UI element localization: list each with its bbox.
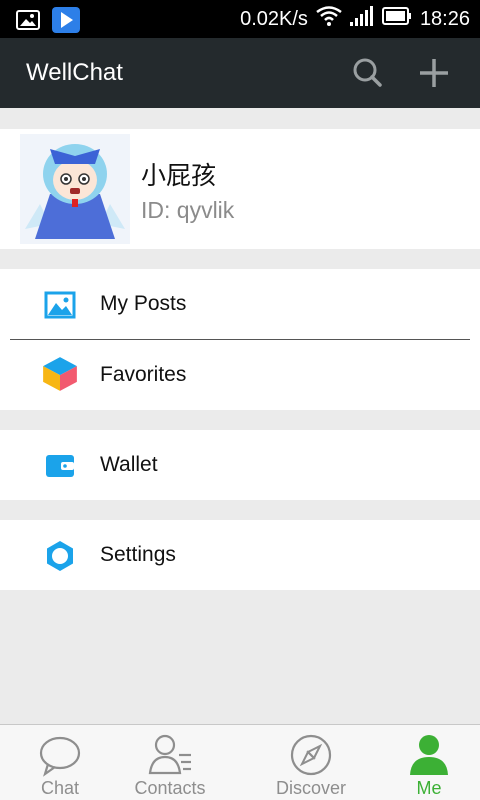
avatar-image bbox=[20, 134, 130, 244]
menu-item-favorites[interactable]: Favorites bbox=[0, 340, 480, 410]
app-bar: WellChat bbox=[0, 38, 480, 108]
menu-label-wallet: Wallet bbox=[100, 453, 158, 476]
menu-label-my-posts: My Posts bbox=[100, 292, 187, 315]
wallet-group: Wallet bbox=[0, 430, 480, 500]
tab-discover-label: Discover bbox=[275, 778, 346, 798]
search-icon bbox=[353, 58, 382, 87]
wifi-icon bbox=[316, 6, 342, 32]
play-store-icon bbox=[52, 7, 80, 38]
tab-chat-label: Chat bbox=[40, 778, 80, 798]
menu-label-favorites: Favorites bbox=[100, 363, 187, 386]
tab-me-label: Me bbox=[416, 778, 442, 798]
cube-icon bbox=[43, 357, 77, 391]
status-bar: 0.02K/s 18:26 bbox=[0, 0, 480, 38]
compass-icon bbox=[290, 734, 332, 776]
network-speed: 0.02K/s bbox=[240, 7, 308, 30]
tab-me[interactable]: Me bbox=[369, 725, 480, 800]
menu-item-settings[interactable]: Settings bbox=[0, 520, 480, 590]
search-button[interactable] bbox=[350, 55, 386, 91]
bottom-navigation: Chat Contacts Discover Me bbox=[0, 724, 480, 800]
image-icon bbox=[44, 291, 76, 319]
tab-discover[interactable]: Discover bbox=[251, 725, 371, 800]
profile-card[interactable]: 小屁孩 ID: qyvlik bbox=[0, 129, 480, 249]
avatar bbox=[20, 134, 130, 244]
menu-label-settings: Settings bbox=[100, 543, 176, 566]
contacts-icon bbox=[148, 734, 191, 775]
menu-item-wallet[interactable]: Wallet bbox=[0, 430, 480, 500]
app-title: WellChat bbox=[26, 59, 123, 86]
tab-contacts-label: Contacts bbox=[134, 778, 206, 798]
plus-icon bbox=[420, 59, 448, 87]
wallet-icon bbox=[46, 455, 74, 477]
settings-group: Settings bbox=[0, 520, 480, 590]
profile-name: 小屁孩 bbox=[141, 161, 217, 190]
profile-id: ID: qyvlik bbox=[141, 197, 235, 223]
image-notification-icon bbox=[16, 10, 40, 35]
gear-icon bbox=[47, 541, 73, 571]
tab-chat[interactable]: Chat bbox=[0, 725, 120, 800]
chat-bubble-icon bbox=[39, 736, 81, 777]
battery-icon bbox=[381, 7, 412, 31]
signal-icon bbox=[349, 6, 374, 32]
person-icon bbox=[410, 735, 448, 775]
posts-favorites-group: My Posts Favorites bbox=[0, 269, 480, 410]
tab-contacts[interactable]: Contacts bbox=[110, 725, 230, 800]
add-button[interactable] bbox=[416, 55, 452, 91]
notification-icons bbox=[16, 7, 80, 38]
clock: 18:26 bbox=[419, 7, 470, 30]
menu-item-my-posts[interactable]: My Posts bbox=[0, 269, 480, 339]
